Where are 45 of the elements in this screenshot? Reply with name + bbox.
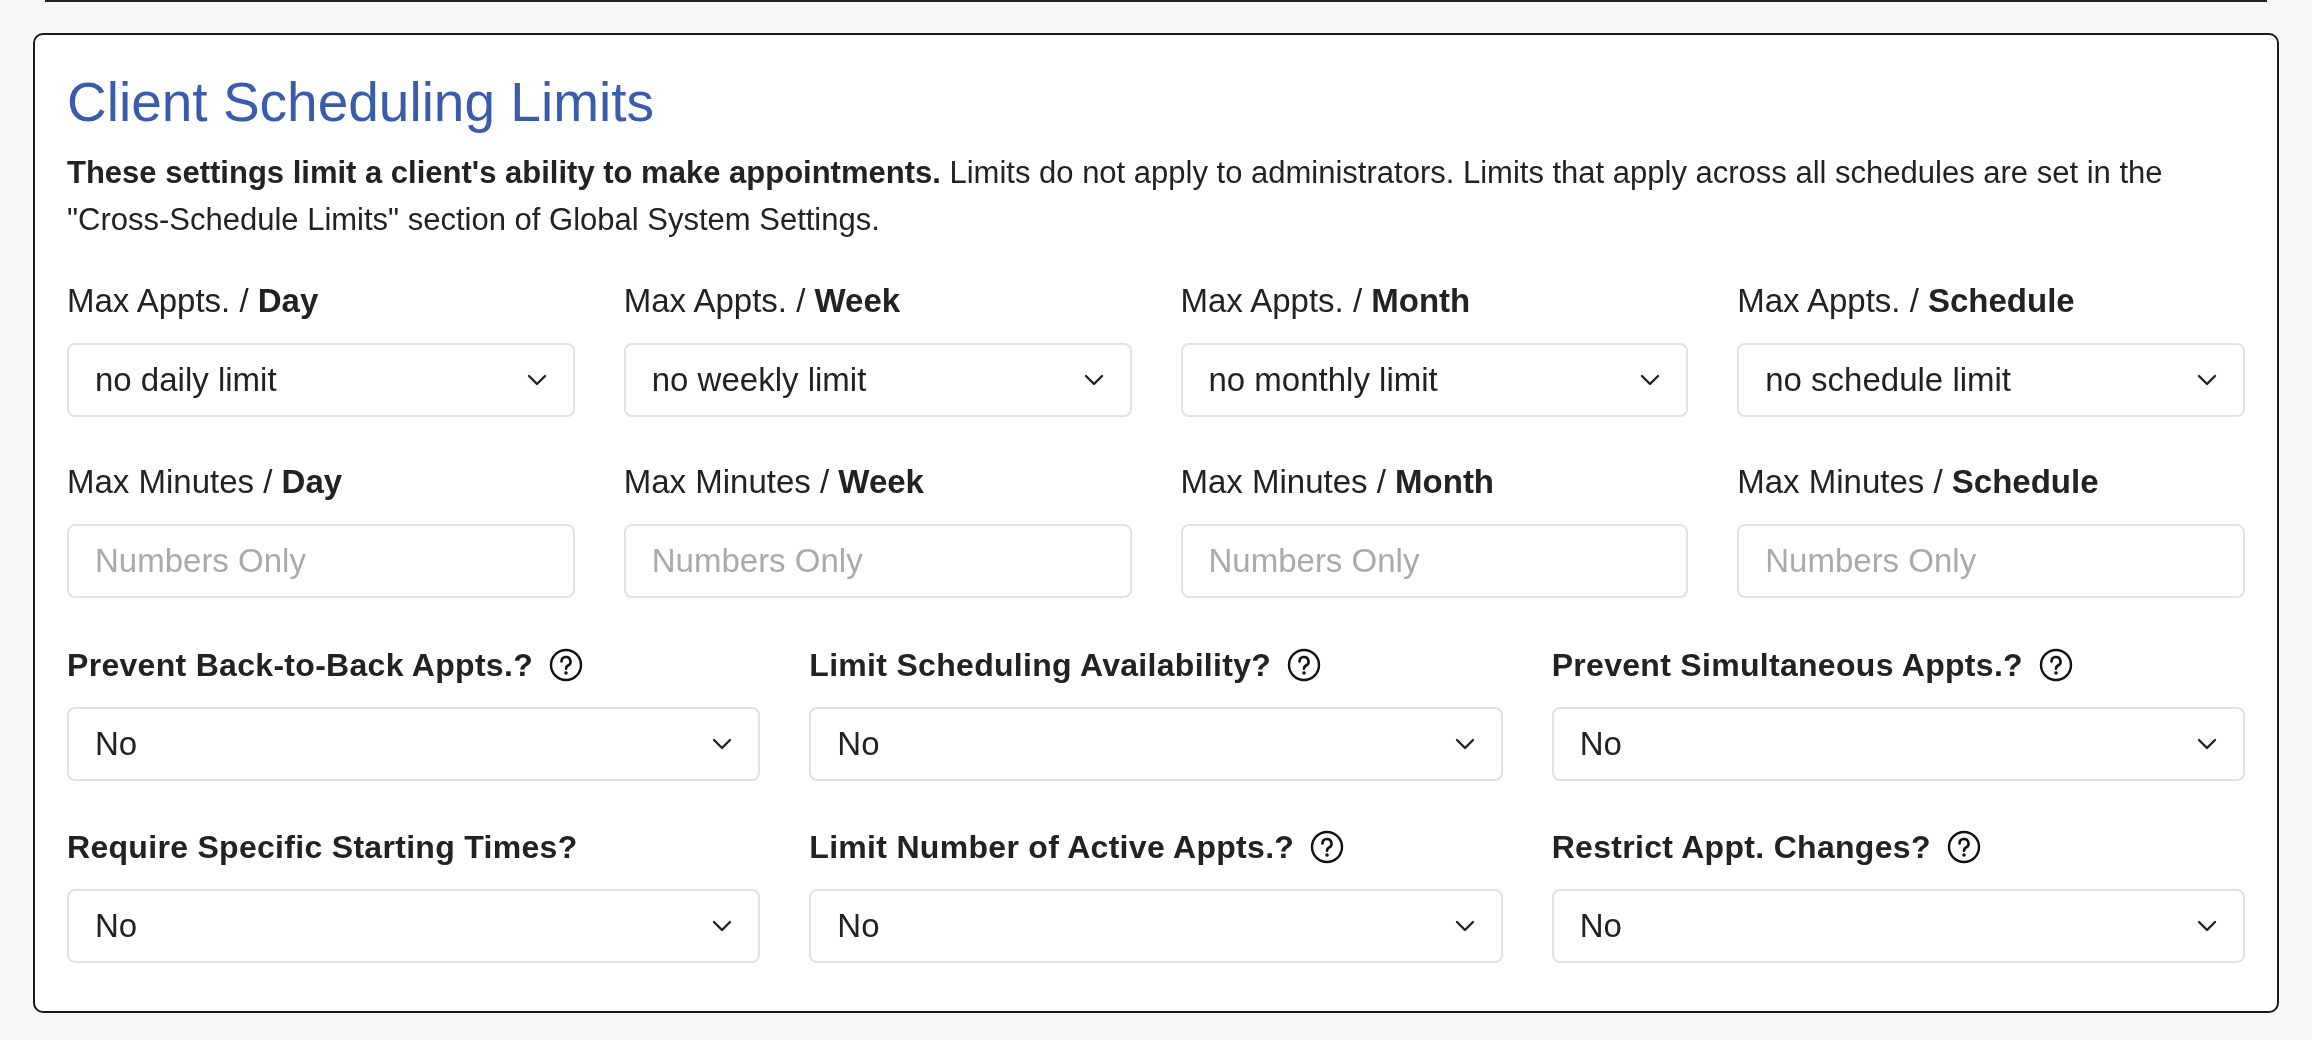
help-icon[interactable] [549,648,583,682]
dropdown[interactable]: No [1551,889,2245,963]
field-label: Max Minutes / Schedule [1737,462,2100,502]
chevron-down-icon [2197,738,2217,750]
section-title: Client Scheduling Limits [67,70,655,135]
dropdown[interactable]: No [809,707,1503,781]
field-label: Require Specific Starting Times? [67,828,578,867]
field-label: Max Appts. / Month [1180,281,1472,321]
chevron-down-icon [2197,374,2217,386]
intro-text: These settings limit a client's ability to make appointments. Limits do not apply to administrators. Limits that apply across all schedules are set in the "Cross-Schedule Limits" section of Global System Settings. [67,154,2164,239]
field-label: Limit Number of Active Appts.? [809,828,1295,867]
dropdown[interactable]: No [809,889,1503,963]
chevron-down-icon [2197,920,2217,932]
dropdown[interactable]: no schedule limit [1737,343,2245,417]
chevron-down-icon [712,920,733,932]
field-label: Max Minutes / Day [67,462,344,502]
help-icon[interactable] [1946,830,1981,864]
field-label: Restrict Appt. Changes? [1551,828,1931,867]
chevron-down-icon [712,738,733,750]
field-label: Max Appts. / Schedule [1737,281,2076,321]
field-label: Limit Scheduling Availability? [809,646,1272,685]
help-icon[interactable] [1287,648,1322,682]
chevron-down-icon [526,374,547,386]
dropdown[interactable]: No [67,707,761,781]
number-input[interactable]: Numbers Only [1180,524,1689,598]
number-input[interactable]: Numbers Only [623,524,1132,598]
help-icon[interactable] [1310,830,1345,864]
dropdown[interactable]: no weekly limit [623,343,1132,417]
chevron-down-icon [1454,738,1475,750]
dropdown[interactable]: no monthly limit [1180,343,1689,417]
dropdown[interactable]: No [67,889,761,963]
field-label: Max Minutes / Month [1180,462,1496,502]
field-label: Prevent Back-to-Back Appts.? [67,646,533,685]
field-label: Max Minutes / Week [623,462,925,502]
field-label: Max Appts. / Week [623,281,902,321]
dropdown[interactable]: no daily limit [67,343,575,417]
field-label: Max Appts. / Day [67,281,320,321]
help-icon[interactable] [2038,648,2073,682]
chevron-down-icon [1083,374,1104,386]
number-input[interactable]: Numbers Only [67,524,575,598]
field-label: Prevent Simultaneous Appts.? [1551,646,2023,685]
chevron-down-icon [1640,374,1661,386]
number-input[interactable]: Numbers Only [1737,524,2245,598]
dropdown[interactable]: No [1551,707,2245,781]
chevron-down-icon [1454,920,1475,932]
